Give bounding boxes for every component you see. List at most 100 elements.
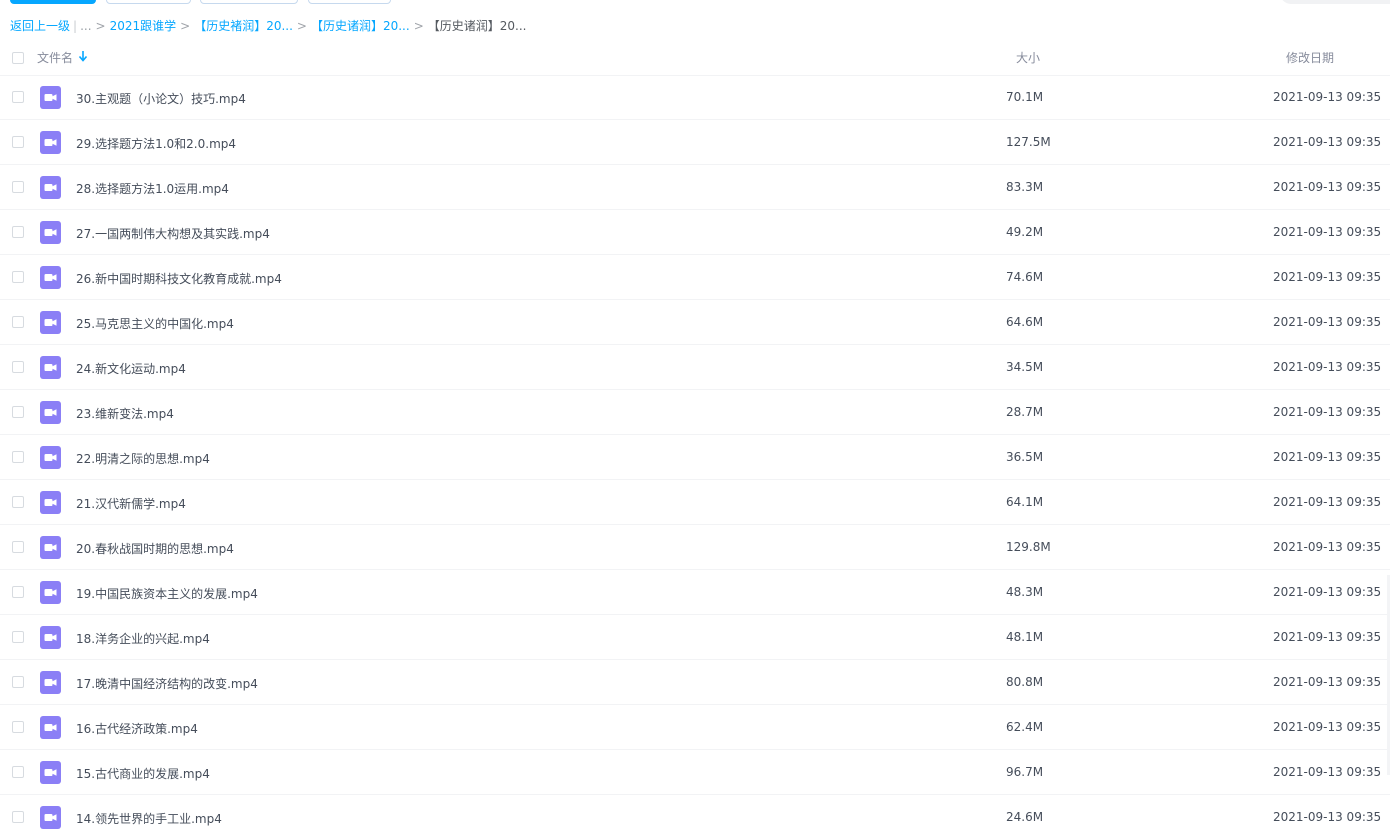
video-file-icon (40, 716, 61, 739)
file-checkbox[interactable] (12, 226, 24, 238)
file-row[interactable]: 18.洋务企业的兴起.mp4 48.1M 2021-09-13 09:35 (0, 615, 1390, 660)
file-checkbox[interactable] (12, 361, 24, 373)
file-name[interactable]: 22.明清之际的思想.mp4 (76, 450, 210, 467)
video-file-icon (40, 806, 61, 829)
video-file-icon (40, 221, 61, 244)
file-date: 2021-09-13 09:35 (1273, 720, 1382, 734)
file-row[interactable]: 16.古代经济政策.mp4 62.4M 2021-09-13 09:35 (0, 705, 1390, 750)
file-checkbox[interactable] (12, 91, 24, 103)
file-checkbox[interactable] (12, 586, 24, 598)
file-name[interactable]: 24.新文化运动.mp4 (76, 360, 186, 377)
file-row[interactable]: 22.明清之际的思想.mp4 36.5M 2021-09-13 09:35 (0, 435, 1390, 480)
offline-download-button[interactable] (200, 0, 298, 4)
video-file-icon (40, 536, 61, 559)
file-row[interactable]: 23.维新变法.mp4 28.7M 2021-09-13 09:35 (0, 390, 1390, 435)
file-row[interactable]: 19.中国民族资本主义的发展.mp4 48.3M 2021-09-13 09:3… (0, 570, 1390, 615)
file-size: 24.6M (1006, 810, 1044, 824)
breadcrumb-item[interactable]: 【历史诸润】20... (311, 17, 410, 35)
breadcrumb-current: 【历史诸润】20... (427, 19, 527, 33)
column-header-date[interactable]: 修改日期 (1286, 49, 1334, 66)
file-row[interactable]: 24.新文化运动.mp4 34.5M 2021-09-13 09:35 (0, 345, 1390, 390)
file-row[interactable]: 17.晚清中国经济结构的改变.mp4 80.8M 2021-09-13 09:3… (0, 660, 1390, 705)
breadcrumb-divider: | (73, 19, 78, 33)
file-checkbox[interactable] (12, 811, 24, 823)
file-checkbox[interactable] (12, 406, 24, 418)
file-size: 49.2M (1006, 225, 1044, 239)
file-row[interactable]: 15.古代商业的发展.mp4 96.7M 2021-09-13 09:35 (0, 750, 1390, 795)
upload-button[interactable] (10, 0, 96, 4)
file-name[interactable]: 27.一国两制伟大构想及其实践.mp4 (76, 225, 270, 242)
file-name[interactable]: 16.古代经济政策.mp4 (76, 720, 198, 737)
column-header-name[interactable]: 文件名 (37, 49, 73, 66)
video-file-icon (40, 266, 61, 289)
file-checkbox[interactable] (12, 181, 24, 193)
file-row[interactable]: 30.主观题（小论文）技巧.mp4 70.1M 2021-09-13 09:35 (0, 75, 1390, 120)
file-date: 2021-09-13 09:35 (1273, 630, 1382, 644)
file-checkbox[interactable] (12, 136, 24, 148)
file-checkbox[interactable] (12, 496, 24, 508)
file-size: 96.7M (1006, 765, 1044, 779)
more-actions-button[interactable] (308, 0, 391, 4)
video-file-icon (40, 311, 61, 334)
file-name[interactable]: 28.选择题方法1.0运用.mp4 (76, 180, 229, 197)
file-date: 2021-09-13 09:35 (1273, 540, 1382, 554)
file-row[interactable]: 20.春秋战国时期的思想.mp4 129.8M 2021-09-13 09:35 (0, 525, 1390, 570)
file-date: 2021-09-13 09:35 (1273, 585, 1382, 599)
sort-down-arrow-icon[interactable] (78, 50, 88, 62)
list-header: 文件名 大小 修改日期 (0, 40, 1390, 76)
file-name[interactable]: 15.古代商业的发展.mp4 (76, 765, 210, 782)
breadcrumb-back[interactable]: 返回上一级 (10, 17, 70, 35)
file-name[interactable]: 18.洋务企业的兴起.mp4 (76, 630, 210, 647)
file-size: 64.1M (1006, 495, 1044, 509)
file-checkbox[interactable] (12, 451, 24, 463)
video-file-icon (40, 671, 61, 694)
breadcrumb-separator: > (296, 19, 307, 33)
file-row[interactable]: 29.选择题方法1.0和2.0.mp4 127.5M 2021-09-13 09… (0, 120, 1390, 165)
file-size: 36.5M (1006, 450, 1044, 464)
file-name[interactable]: 25.马克思主义的中国化.mp4 (76, 315, 234, 332)
file-name[interactable]: 14.领先世界的手工业.mp4 (76, 810, 222, 827)
search-box[interactable] (1280, 0, 1390, 4)
file-name[interactable]: 19.中国民族资本主义的发展.mp4 (76, 585, 258, 602)
breadcrumb: 返回上一级 | ... > 2021跟谁学 > 【历史褚润】20... > 【历… (10, 17, 526, 35)
file-checkbox[interactable] (12, 631, 24, 643)
video-file-icon (40, 131, 61, 154)
breadcrumb-ellipsis[interactable]: ... (80, 17, 91, 35)
file-name[interactable]: 26.新中国时期科技文化教育成就.mp4 (76, 270, 282, 287)
breadcrumb-item[interactable]: 【历史褚润】20... (194, 17, 293, 35)
new-folder-button[interactable] (106, 0, 191, 4)
file-row[interactable]: 28.选择题方法1.0运用.mp4 83.3M 2021-09-13 09:35 (0, 165, 1390, 210)
video-file-icon (40, 176, 61, 199)
file-checkbox[interactable] (12, 721, 24, 733)
file-size: 62.4M (1006, 720, 1044, 734)
column-header-size[interactable]: 大小 (1016, 49, 1040, 66)
file-checkbox[interactable] (12, 271, 24, 283)
file-name[interactable]: 23.维新变法.mp4 (76, 405, 174, 422)
file-checkbox[interactable] (12, 766, 24, 778)
video-file-icon (40, 761, 61, 784)
video-file-icon (40, 626, 61, 649)
file-row[interactable]: 25.马克思主义的中国化.mp4 64.6M 2021-09-13 09:35 (0, 300, 1390, 345)
file-name[interactable]: 17.晚清中国经济结构的改变.mp4 (76, 675, 258, 692)
file-row[interactable]: 14.领先世界的手工业.mp4 24.6M 2021-09-13 09:35 (0, 795, 1390, 830)
file-date: 2021-09-13 09:35 (1273, 675, 1382, 689)
file-date: 2021-09-13 09:35 (1273, 135, 1382, 149)
breadcrumb-item[interactable]: 2021跟谁学 (110, 17, 177, 35)
file-name[interactable]: 20.春秋战国时期的思想.mp4 (76, 540, 234, 557)
video-file-icon (40, 446, 61, 469)
file-checkbox[interactable] (12, 541, 24, 553)
file-row[interactable]: 26.新中国时期科技文化教育成就.mp4 74.6M 2021-09-13 09… (0, 255, 1390, 300)
file-name[interactable]: 29.选择题方法1.0和2.0.mp4 (76, 135, 236, 152)
file-size: 64.6M (1006, 315, 1044, 329)
file-checkbox[interactable] (12, 316, 24, 328)
file-name[interactable]: 30.主观题（小论文）技巧.mp4 (76, 90, 246, 107)
file-date: 2021-09-13 09:35 (1273, 315, 1382, 329)
file-row[interactable]: 21.汉代新儒学.mp4 64.1M 2021-09-13 09:35 (0, 480, 1390, 525)
select-all-checkbox[interactable] (12, 52, 24, 64)
file-size: 28.7M (1006, 405, 1044, 419)
file-list: 30.主观题（小论文）技巧.mp4 70.1M 2021-09-13 09:35… (0, 75, 1390, 830)
file-date: 2021-09-13 09:35 (1273, 225, 1382, 239)
file-name[interactable]: 21.汉代新儒学.mp4 (76, 495, 186, 512)
file-row[interactable]: 27.一国两制伟大构想及其实践.mp4 49.2M 2021-09-13 09:… (0, 210, 1390, 255)
file-checkbox[interactable] (12, 676, 24, 688)
